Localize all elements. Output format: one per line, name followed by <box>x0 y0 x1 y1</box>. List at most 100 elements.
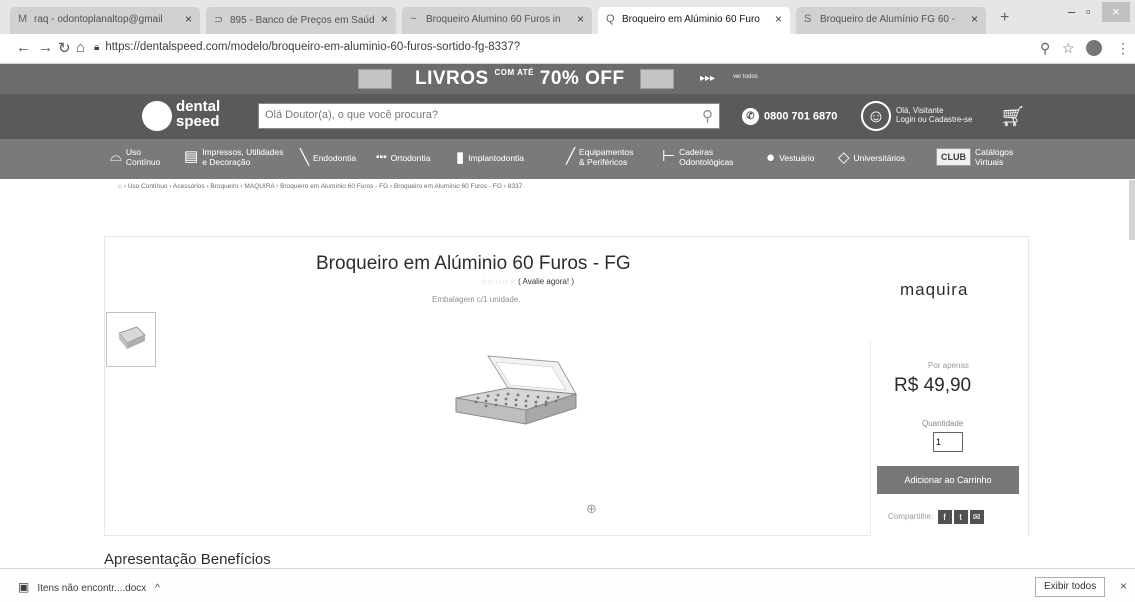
word-file-icon: ▣ <box>18 580 30 594</box>
forward-icon[interactable]: → <box>38 39 53 56</box>
maximize-icon[interactable]: ▫ <box>1086 4 1091 19</box>
category-endodontia[interactable]: ╲ Endodontia <box>300 150 356 165</box>
browser-tab-bar: Mraq - odontoplanaltop@gmail × ⊃ 895 - Ban… <box>0 0 1135 34</box>
login-link[interactable]: Login ou Cadastre-se <box>896 115 973 124</box>
section-title[interactable]: Apresentação Benefícios <box>104 551 271 568</box>
back-icon[interactable]: ← <box>16 39 31 56</box>
browser-tab[interactable]: Mraq - odontoplanaltop@gmail × <box>10 7 200 34</box>
promo-banner[interactable]: LIVROS COM ATÉ 70% OFF ▸▸▸ ver todos <box>0 64 1135 94</box>
promo-livros: LIVROS <box>415 68 489 89</box>
category-label: Cadeiras <box>679 147 714 157</box>
product-image[interactable] <box>448 348 588 463</box>
window-close-icon[interactable]: × <box>1102 2 1130 22</box>
user-login[interactable]: Olá, Visitante Login ou Cadastre-se <box>896 106 973 124</box>
close-tab-icon[interactable]: × <box>381 12 388 26</box>
graduation-cap-icon: ◇ <box>838 148 850 166</box>
facebook-icon[interactable]: f <box>937 510 952 524</box>
rating[interactable]: ☆☆☆☆☆ ( Avalie agora! ) <box>480 277 574 286</box>
person-icon: ● <box>766 148 776 166</box>
reload-icon[interactable]: ↻ <box>58 39 71 57</box>
category-cadeiras[interactable]: ⊢ Cadeiras Odontológicas <box>662 147 733 167</box>
phone-number: 0800 701 6870 <box>764 110 838 123</box>
logo-line-2: speed <box>176 113 220 130</box>
category-label: Uso <box>125 147 141 157</box>
site-icon: ⊃ <box>214 14 224 26</box>
show-all-button[interactable]: Exibir todos <box>1035 577 1106 597</box>
category-implantodontia[interactable]: ▮ Implantodontia <box>456 150 525 165</box>
price: R$ 49,90 <box>894 375 972 396</box>
tooth-icon: ⌓ <box>110 148 122 165</box>
category-nav: ⌓ Uso Contínuo ▤ Impressos, Utilidades e Dec… <box>0 139 1135 179</box>
category-label: Vestuário <box>779 152 815 163</box>
category-catalogos[interactable]: CLUB Catálogos Virtuais <box>936 147 1013 167</box>
close-tab-icon[interactable]: × <box>185 12 192 26</box>
browser-tab[interactable]: ~ Broqueiro Alumino 60 Furos in × <box>402 7 592 34</box>
category-label: Equipamentos <box>579 147 634 157</box>
product-title: Broqueiro em Alúminio 60 Furos - FG <box>316 253 631 274</box>
category-equipamentos[interactable]: ╱ Equipamentos & Periféricos <box>566 147 633 167</box>
cart-icon[interactable]: 🛒︎ <box>1000 104 1025 129</box>
close-icon[interactable]: × <box>1120 579 1127 593</box>
category-vestuario[interactable]: ● Vestuário <box>766 148 815 166</box>
promo-com-ate: COM ATÉ <box>494 68 535 77</box>
logo[interactable]: dental speed <box>176 99 220 129</box>
book-image <box>640 69 674 89</box>
user-icon[interactable]: ☺ <box>861 101 891 131</box>
dentalspeed-icon: Q <box>606 13 615 25</box>
promo-see-all[interactable]: ver todos <box>733 74 758 80</box>
lock-icon: 🔒︎ <box>94 42 100 53</box>
email-icon[interactable]: ✉ <box>969 510 984 524</box>
category-uso-continuo[interactable]: ⌓ Uso Contínuo <box>110 147 160 167</box>
promo-off: 70% OFF <box>539 68 625 89</box>
url-text: https://dentalspeed.com/modelo/broqueiro… <box>105 41 521 53</box>
packaging-info: Embalagem c/1 unidade. <box>432 295 521 304</box>
gmail-icon: M <box>18 13 28 25</box>
home-icon[interactable]: ⌂ <box>76 39 85 56</box>
phone-contact[interactable]: ✆ 0800 701 6870 <box>742 108 837 125</box>
twitter-icon[interactable]: t <box>953 510 968 524</box>
menu-icon[interactable]: ⋮ <box>1116 40 1130 57</box>
quantity-input[interactable] <box>933 432 963 452</box>
tab-label: raq - odontoplanaltop@gmail <box>34 14 163 25</box>
category-universitarios[interactable]: ◇ Universitários <box>838 148 905 166</box>
category-label: Implantodontia <box>468 152 525 163</box>
scrollbar[interactable] <box>1129 180 1135 240</box>
breadcrumb[interactable]: ⌂ › Uso Contínuo › Acessórios › Broqueir… <box>118 183 522 190</box>
browser-tab-active[interactable]: Q Broqueiro em Alúminio 60 Furo × <box>598 7 790 34</box>
url-field[interactable]: 🔒︎ https://dentalspeed.com/modelo/broquei… <box>94 41 520 53</box>
zoom-icon[interactable]: ⚲ <box>1040 40 1050 57</box>
category-label: Virtuais <box>975 157 1004 167</box>
rate-now-link[interactable]: ( Avalie agora! ) <box>518 277 574 286</box>
category-impressos[interactable]: ▤ Impressos, Utilidades e Decoração <box>184 147 283 167</box>
phone-icon: ✆ <box>742 108 759 125</box>
site-icon: S <box>804 13 812 25</box>
logo-icon[interactable] <box>142 101 172 131</box>
share-bar: Compartilhe: f t ✉ <box>888 510 984 524</box>
book-image <box>358 69 392 89</box>
bookmark-star-icon[interactable]: ☆ <box>1062 40 1075 57</box>
search-input[interactable] <box>265 109 695 121</box>
braces-icon: ▪▪▪ <box>376 151 387 163</box>
category-label: e Decoração <box>202 157 251 167</box>
search-icon[interactable]: ⚲ <box>702 107 713 125</box>
browser-tab[interactable]: S Broqueiro de Alumínio FG 60 - × <box>796 7 986 34</box>
handpiece-icon: ╱ <box>566 148 576 165</box>
logo-line-1: dental <box>176 98 221 115</box>
browser-tab[interactable]: ⊃ 895 - Banco de Preços em Saúd × <box>206 7 396 34</box>
add-to-cart-button[interactable]: Adicionar ao Carrinho <box>877 466 1019 494</box>
close-tab-icon[interactable]: × <box>775 12 782 26</box>
star-rating-icon[interactable]: ☆☆☆☆☆ <box>480 277 516 286</box>
zoom-in-icon[interactable]: ⊕ <box>586 501 597 517</box>
download-item[interactable]: ▣ Itens não encontr....docx ^ <box>18 580 160 594</box>
close-tab-icon[interactable]: × <box>577 12 584 26</box>
category-ortodontia[interactable]: ▪▪▪ Ortodontia <box>376 152 430 163</box>
product-thumbnail[interactable] <box>106 312 156 367</box>
minimize-icon[interactable]: – <box>1068 4 1075 19</box>
promo-text: LIVROS COM ATÉ 70% OFF <box>415 68 625 90</box>
new-tab-icon[interactable]: + <box>1000 9 1009 27</box>
chevron-up-icon[interactable]: ^ <box>155 583 160 594</box>
brand-logo[interactable]: maquira <box>900 280 968 300</box>
category-label: Odontológicas <box>679 157 734 167</box>
profile-avatar[interactable] <box>1086 40 1102 56</box>
close-tab-icon[interactable]: × <box>971 12 978 26</box>
